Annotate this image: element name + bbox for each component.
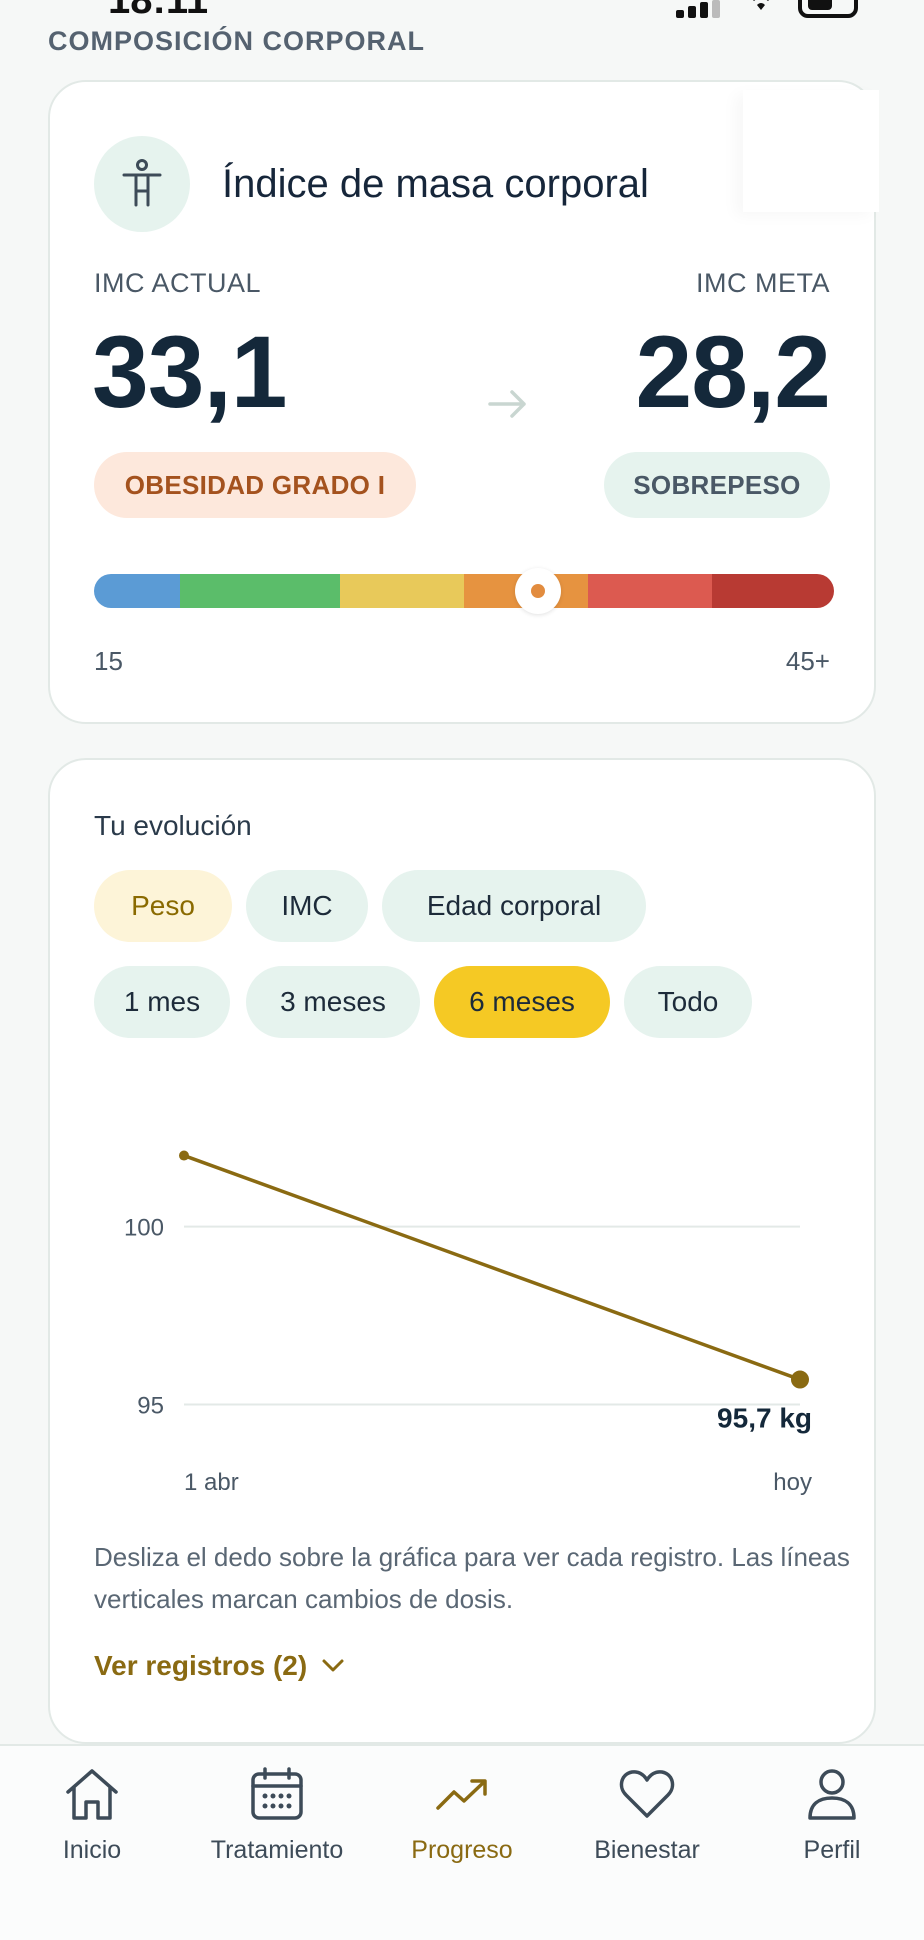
calendar-icon bbox=[251, 1767, 303, 1820]
weight-chart-svg[interactable]: 100 95 95,7 kg 1 abr hoy bbox=[94, 1120, 834, 1500]
chart-xtick-label-1: hoy bbox=[773, 1469, 812, 1496]
tab-progress[interactable]: Progreso bbox=[382, 1766, 542, 1865]
scale-min-label: 15 bbox=[94, 646, 123, 676]
current-bmi-value: 33,1 bbox=[92, 315, 288, 429]
tab-wellbeing[interactable]: Bienestar bbox=[567, 1766, 727, 1865]
evolution-title: Tu evolución bbox=[94, 810, 252, 841]
tab-progress-label: Progreso bbox=[411, 1836, 513, 1864]
chart-xtick-label-0: 1 abr bbox=[184, 1469, 239, 1496]
bmi-card: Índice de masa corporal IMC ACTUAL IMC M… bbox=[48, 80, 879, 724]
scale-segment-normal bbox=[180, 574, 340, 608]
tab-home-label: Inicio bbox=[62, 1836, 122, 1864]
range-3-months[interactable]: 3 meses bbox=[246, 966, 420, 1038]
tab-profile[interactable]: Perfil bbox=[752, 1766, 912, 1865]
battery-icon bbox=[798, 0, 858, 18]
chart-hint: Desliza el dedo sobre la gráfica para ve… bbox=[94, 1542, 850, 1614]
weight-chart[interactable]: 100 95 95,7 kg 1 abr hoy bbox=[94, 1120, 834, 1500]
scale-max-label: 45+ bbox=[785, 646, 830, 676]
bottom-tab-bar: Inicio Tratamiento Progreso Bienestar Pe… bbox=[0, 1744, 924, 1940]
view-records-label: Ver registros (2) bbox=[94, 1650, 308, 1681]
overlay-patch bbox=[743, 90, 879, 212]
bmi-title: Índice de masa corporal bbox=[222, 161, 649, 206]
goal-category-badge: SOBREPESO bbox=[604, 452, 830, 518]
arrow-right-icon bbox=[488, 390, 526, 418]
tab-profile-label: Perfil bbox=[803, 1836, 861, 1864]
tab-treatment-label: Tratamiento bbox=[210, 1836, 344, 1864]
range-all[interactable]: Todo bbox=[624, 966, 752, 1038]
heart-icon bbox=[619, 1770, 675, 1818]
chart-ytick-label-0: 100 bbox=[124, 1215, 164, 1242]
scale-segment-obesity-2 bbox=[588, 574, 712, 608]
bmi-scale bbox=[94, 574, 834, 608]
scale-segment-overweight bbox=[340, 574, 464, 608]
range-1-month[interactable]: 1 mes bbox=[94, 966, 230, 1038]
goal-bmi-label: IMC META bbox=[696, 268, 830, 298]
tab-bmi[interactable]: IMC bbox=[246, 870, 368, 942]
chevron-down-icon bbox=[322, 1659, 344, 1672]
home-icon bbox=[66, 1769, 118, 1820]
status-bar: 18:11 bbox=[0, 0, 924, 26]
status-time: 18:11 bbox=[108, 0, 209, 22]
tab-wellbeing-label: Bienestar bbox=[594, 1836, 700, 1864]
tab-treatment[interactable]: Tratamiento bbox=[197, 1766, 357, 1865]
bmi-marker bbox=[515, 568, 561, 614]
scale-segment-obesity-3 bbox=[712, 574, 834, 608]
goal-bmi-value: 28,2 bbox=[635, 315, 831, 429]
chart-ytick-label-1: 95 bbox=[137, 1392, 164, 1419]
section-title: COMPOSICIÓN CORPORAL bbox=[48, 26, 426, 56]
chart-series-line bbox=[182, 1153, 802, 1382]
current-bmi-label: IMC ACTUAL bbox=[94, 268, 262, 298]
trending-up-icon bbox=[436, 1779, 487, 1810]
accessibility-icon bbox=[94, 136, 190, 232]
tab-weight[interactable]: Peso bbox=[94, 870, 232, 942]
current-category-badge: OBESIDAD GRADO I bbox=[94, 452, 416, 518]
signal-icon bbox=[676, 0, 722, 18]
chart-last-value-label: 95,7 kg bbox=[717, 1403, 812, 1434]
tab-body-age[interactable]: Edad corporal bbox=[382, 870, 646, 942]
bmi-header: Índice de masa corporal bbox=[94, 136, 649, 232]
scale-segment-underweight bbox=[94, 574, 180, 608]
chart-point-0 bbox=[179, 1150, 189, 1161]
view-records-link[interactable]: Ver registros (2) bbox=[94, 1650, 345, 1682]
range-6-months[interactable]: 6 meses bbox=[434, 966, 610, 1038]
evolution-card: Tu evolución Peso IMC Edad corporal 1 me… bbox=[48, 758, 876, 1744]
chart-point-1 bbox=[791, 1370, 809, 1389]
wifi-icon bbox=[753, 0, 769, 10]
user-icon bbox=[808, 1769, 856, 1820]
tab-home[interactable]: Inicio bbox=[12, 1766, 172, 1865]
